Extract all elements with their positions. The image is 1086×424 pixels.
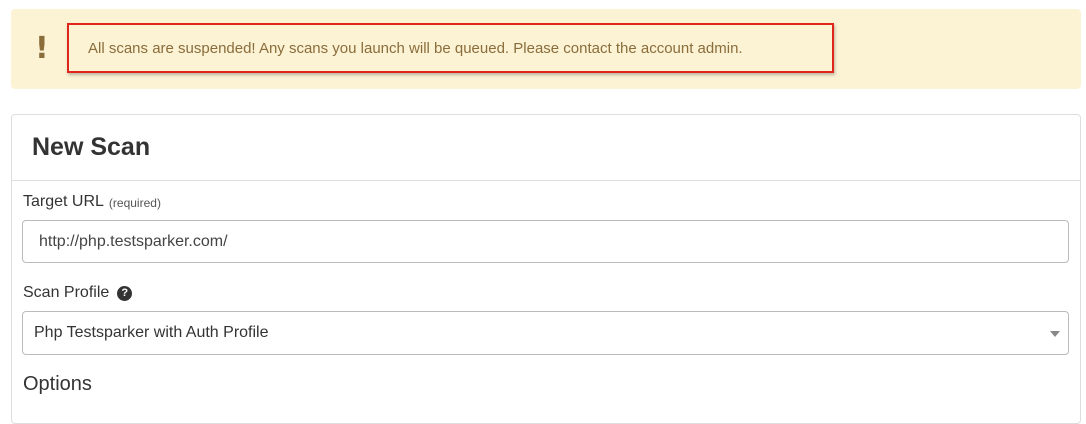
chevron-down-icon <box>1050 331 1060 337</box>
target-url-label: Target URL (required) <box>23 193 161 211</box>
target-url-label-text: Target URL <box>23 193 104 210</box>
options-title: Options <box>23 373 92 395</box>
required-note: (required) <box>108 196 161 210</box>
exclamation-icon: ! <box>35 31 49 66</box>
scan-profile-label: Scan Profile ? <box>23 284 133 302</box>
scan-profile-select[interactable]: Php Testsparker with Auth Profile <box>22 311 1069 355</box>
scan-profile-label-text: Scan Profile <box>23 284 110 301</box>
help-icon[interactable]: ? <box>117 285 133 301</box>
page-title: New Scan <box>32 133 151 161</box>
alert-message: All scans are suspended! Any scans you l… <box>88 39 743 57</box>
scan-profile-selected: Php Testsparker with Auth Profile <box>34 324 269 341</box>
warning-alert: ! All scans are suspended! Any scans you… <box>11 9 1081 89</box>
target-url-input[interactable] <box>22 220 1069 263</box>
panel-header: New Scan <box>12 115 1080 181</box>
new-scan-panel: New Scan Target URL (required) Scan Prof… <box>11 114 1081 424</box>
alert-message-box: All scans are suspended! Any scans you l… <box>67 23 834 73</box>
